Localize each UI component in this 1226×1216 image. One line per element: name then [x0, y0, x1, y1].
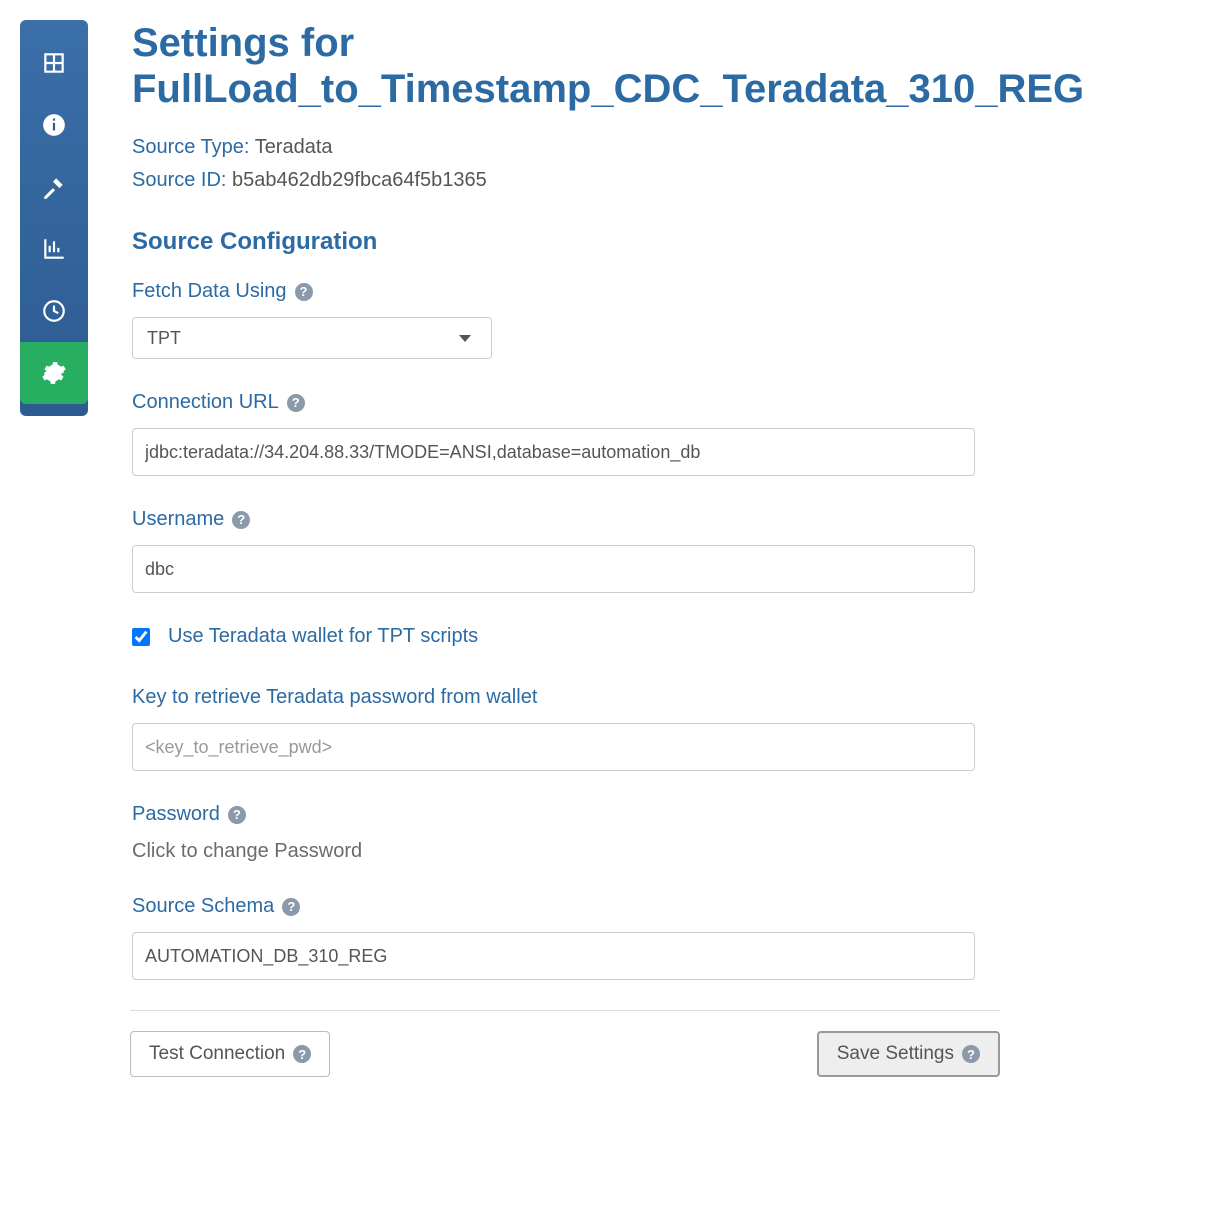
fetch-data-using-value: TPT: [147, 328, 181, 349]
page-title: Settings for FullLoad_to_Timestamp_CDC_T…: [132, 20, 1112, 112]
gavel-icon: [41, 174, 67, 200]
fetch-data-using-group: Fetch Data Using ? TPT: [132, 280, 1112, 359]
help-icon[interactable]: ?: [232, 511, 250, 529]
sidebar: [20, 20, 88, 416]
grid-icon: [41, 50, 67, 76]
save-settings-label: Save Settings: [837, 1043, 954, 1065]
username-input[interactable]: [132, 545, 975, 593]
source-schema-input[interactable]: [132, 932, 975, 980]
source-schema-group: Source Schema ?: [132, 895, 1112, 980]
wallet-key-input[interactable]: [132, 723, 975, 771]
sidebar-item-chart[interactable]: [20, 218, 88, 280]
help-icon[interactable]: ?: [282, 898, 300, 916]
test-connection-label: Test Connection: [149, 1043, 285, 1065]
help-icon[interactable]: ?: [228, 806, 246, 824]
test-connection-button[interactable]: Test Connection ?: [130, 1031, 330, 1077]
chevron-down-icon: [459, 335, 471, 342]
sidebar-item-gavel[interactable]: [20, 156, 88, 218]
use-wallet-checkbox[interactable]: [132, 628, 150, 646]
sidebar-item-grid[interactable]: [20, 32, 88, 94]
source-type-label: Source Type:: [132, 136, 249, 158]
connection-url-label: Connection URL: [132, 391, 279, 414]
fetch-data-using-label: Fetch Data Using: [132, 280, 287, 303]
connection-url-input[interactable]: [132, 428, 975, 476]
source-id-value: b5ab462db29fbca64f5b1365: [232, 169, 487, 191]
gear-icon: [41, 360, 67, 386]
username-group: Username ?: [132, 508, 1112, 593]
info-icon: [41, 112, 67, 138]
help-icon: ?: [293, 1045, 311, 1063]
main-content: Settings for FullLoad_to_Timestamp_CDC_T…: [132, 20, 1112, 1077]
fetch-data-using-select[interactable]: TPT: [132, 317, 492, 359]
source-configuration-header: Source Configuration: [132, 228, 1112, 256]
source-type-value: Teradata: [255, 136, 333, 158]
sidebar-item-clock[interactable]: [20, 280, 88, 342]
use-wallet-row: Use Teradata wallet for TPT scripts: [132, 625, 1112, 648]
clock-icon: [41, 298, 67, 324]
source-type-row: Source Type: Teradata: [132, 136, 1112, 159]
password-label: Password: [132, 803, 220, 826]
use-wallet-label: Use Teradata wallet for TPT scripts: [168, 625, 478, 648]
username-label: Username: [132, 508, 224, 531]
password-group: Password ? Click to change Password: [132, 803, 1112, 863]
footer-actions: Test Connection ? Save Settings ?: [130, 1010, 1000, 1077]
password-change-hint[interactable]: Click to change Password: [132, 840, 1112, 863]
bar-chart-icon: [41, 236, 67, 262]
sidebar-item-settings[interactable]: [20, 342, 88, 404]
wallet-key-group: Key to retrieve Teradata password from w…: [132, 686, 1112, 771]
help-icon: ?: [962, 1045, 980, 1063]
sidebar-item-info[interactable]: [20, 94, 88, 156]
source-id-label: Source ID:: [132, 169, 226, 191]
wallet-key-label: Key to retrieve Teradata password from w…: [132, 686, 537, 709]
save-settings-button[interactable]: Save Settings ?: [817, 1031, 1000, 1077]
help-icon[interactable]: ?: [287, 394, 305, 412]
connection-url-group: Connection URL ?: [132, 391, 1112, 476]
source-schema-label: Source Schema: [132, 895, 274, 918]
help-icon[interactable]: ?: [295, 283, 313, 301]
source-id-row: Source ID: b5ab462db29fbca64f5b1365: [132, 169, 1112, 192]
